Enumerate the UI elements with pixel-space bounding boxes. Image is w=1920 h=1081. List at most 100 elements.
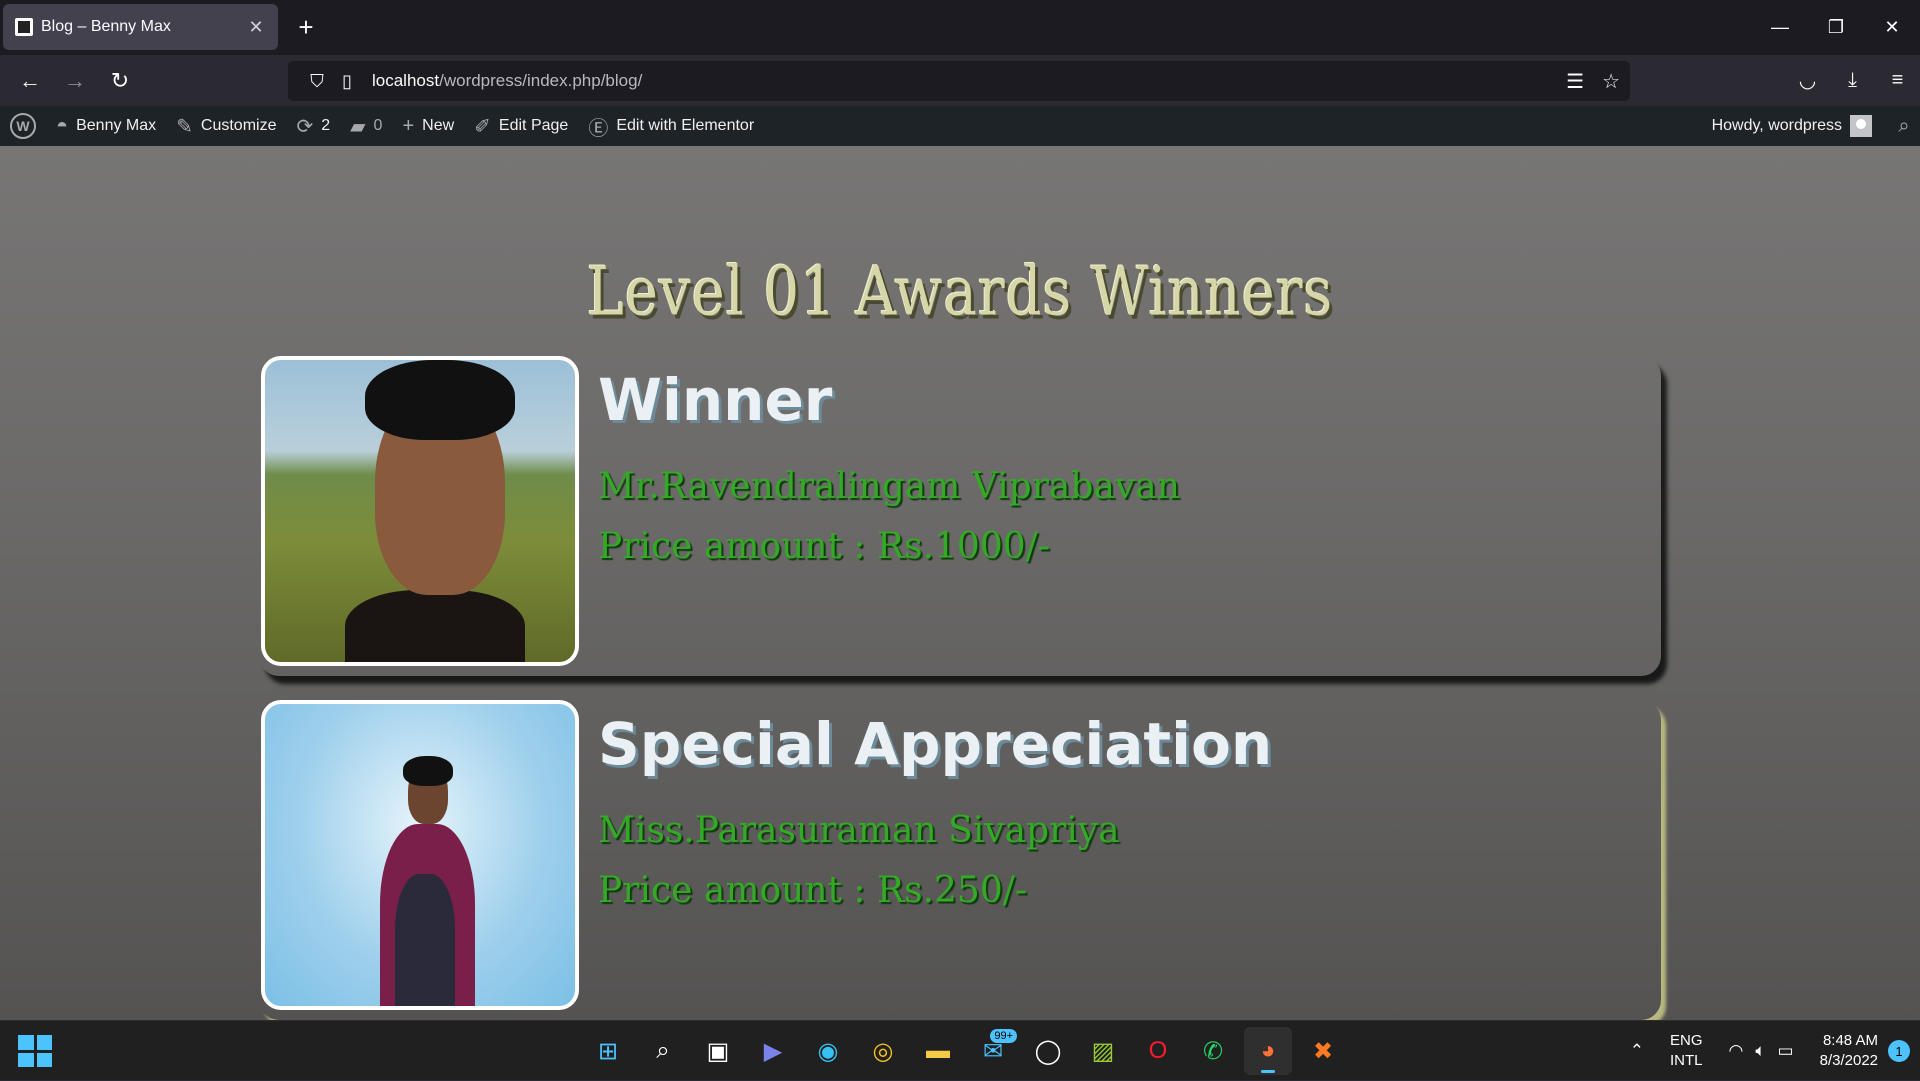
updates-link[interactable]: ⟳ 2 [286,106,340,146]
chevron-up-icon[interactable]: ⌃ [1630,1041,1644,1061]
howdy-text: Howdy, wordpress [1711,117,1842,134]
edit-elementor-link[interactable]: Ⓔ Edit with Elementor [578,106,764,146]
card-name: Miss.Parasuraman Sivapriya [598,810,1120,851]
language-indicator[interactable]: ENG INTL [1670,1031,1703,1071]
page-title: Level 01 Awards Winners [586,253,1334,332]
forward-button[interactable]: → [59,65,91,97]
comments-count: 0 [373,117,383,134]
page-content: Level 01 Awards Winners Winner Mr.Ravend… [0,146,1920,1020]
file-explorer-button[interactable]: ▬ [914,1027,962,1075]
image-icon: ▨ [1091,1037,1115,1065]
lang-line1: ENG [1669,1032,1703,1049]
whatsapp-icon: ✆ [1202,1037,1224,1065]
folder-icon: ▬ [926,1037,950,1064]
comment-icon: ▰ [350,115,366,138]
back-button[interactable]: ← [14,65,46,97]
task-view-button[interactable]: ▣ [694,1027,742,1075]
mail-button[interactable]: ✉ 99+ [969,1027,1017,1075]
card-heading: Special Appreciation [598,710,1273,778]
address-bar[interactable]: ⛉ ▯ localhost/wordpress/index.php/blog/ … [288,61,1630,101]
card-name: Mr.Ravendralingam Viprabavan [598,466,1180,507]
site-name-menu[interactable]: ◓ Benny Max [46,106,166,146]
updates-icon: ⟳ [296,115,314,138]
battery-icon[interactable]: ▭ [1778,1041,1794,1061]
notification-badge[interactable]: 1 [1888,1040,1910,1062]
card-heading: Winner [598,366,833,434]
xampp-icon: ✖ [1312,1037,1334,1065]
new-label: New [422,117,455,134]
clock-date: 8/3/2022 [1819,1052,1878,1069]
updates-count: 2 [321,117,331,134]
edit-page-label: Edit Page [498,117,569,134]
edit-elementor-label: Edit with Elementor [616,117,755,134]
edge-button[interactable]: ◉ [804,1027,852,1075]
new-content-menu[interactable]: + New [392,106,464,146]
my-account-menu[interactable]: Howdy, wordpress [1702,106,1888,146]
url-path: /wordpress/index.php/blog/ [439,71,643,90]
dell-button[interactable]: ◯ [1024,1027,1072,1075]
clock-time: 8:48 AM [1822,1032,1878,1049]
url-host: localhost [372,71,440,90]
restore-button[interactable]: ❐ [1808,0,1864,55]
site-favicon-icon [15,18,33,36]
whatsapp-button[interactable]: ✆ [1189,1027,1237,1075]
reader-view-icon[interactable]: ☰ [1566,69,1584,94]
winner-photo [261,356,579,666]
photos-button[interactable]: ▨ [1079,1027,1127,1075]
url-text[interactable]: localhost/wordpress/index.php/blog/ [372,71,642,91]
xampp-button[interactable]: ✖ [1299,1027,1347,1075]
system-tray: ⌃ ENG INTL ◠ 🔈︎ ▭ 8:48 AM 8/3/2022 1 [1624,1021,1910,1081]
edge-icon: ◉ [817,1037,839,1065]
wordpress-logo-icon: W [10,113,36,139]
minimize-button[interactable]: — [1752,0,1808,55]
windows-logo-icon: ⊞ [597,1037,619,1065]
customize-label: Customize [200,117,277,134]
tab-close-icon[interactable]: ✕ [246,17,266,38]
widgets-icon[interactable] [18,1035,52,1067]
brush-icon: ✎ [176,115,193,138]
clock[interactable]: 8:48 AM 8/3/2022 [1820,1031,1878,1071]
wifi-icon[interactable]: ◠ [1729,1041,1744,1061]
browser-tab[interactable]: Blog – Benny Max ✕ [3,4,278,50]
task-view-icon: ▣ [706,1037,730,1065]
close-window-button[interactable]: ✕ [1864,0,1920,55]
start-button[interactable]: ⊞ [584,1027,632,1075]
arrow-left-icon: ← [19,68,41,93]
page-icon[interactable]: ▯ [332,71,362,92]
site-name: Benny Max [76,117,157,134]
new-tab-button[interactable]: + [292,12,320,42]
shield-icon[interactable]: ⛉ [302,71,332,92]
mail-badge: 99+ [990,1029,1017,1043]
pocket-icon[interactable]: ◡ [1785,68,1830,93]
browser-navigation-bar: ← → ↻ ⛉ ▯ localhost/wordpress/index.php/… [0,55,1920,106]
bookmark-star-icon[interactable]: ☆ [1602,69,1620,94]
teams-chat-button[interactable]: ▶ [749,1027,797,1075]
opera-button[interactable]: O [1134,1027,1182,1075]
opera-icon: O [1148,1037,1168,1064]
wp-admin-bar: W ◓ Benny Max ✎ Customize ⟳ 2 ▰ 0 + New ✐ Edit… [0,106,1920,146]
browser-tab-bar: Blog – Benny Max ✕ + — ❐ ✕ [0,0,1920,55]
firefox-icon: ◕ [1260,1037,1276,1064]
edit-page-link[interactable]: ✐ Edit Page [464,106,578,146]
plus-icon: + [402,114,415,137]
avatar [1850,115,1872,137]
arrow-right-icon: → [64,68,86,93]
comments-link[interactable]: ▰ 0 [340,106,392,146]
chrome-button[interactable]: ◎ [859,1027,907,1075]
reload-button[interactable]: ↻ [104,65,136,97]
download-icon[interactable]: ⤓ [1830,69,1875,92]
menu-icon[interactable]: ≡ [1875,69,1920,92]
firefox-button[interactable]: ◕ [1244,1027,1292,1075]
volume-icon[interactable]: 🔈︎ [1755,1041,1765,1061]
wp-logo-menu[interactable]: W [0,106,46,146]
lang-line2: INTL [1669,1052,1703,1069]
tab-title: Blog – Benny Max [41,18,171,35]
card-price: Price amount : Rs.1000/- [598,526,1050,567]
search-icon[interactable]: ⌕ [1888,115,1920,138]
search-button[interactable]: ⌕ [639,1027,687,1075]
dell-icon: ◯ [1034,1037,1062,1065]
award-card-winner: Winner Mr.Ravendralingam Viprabavan Pric… [259,356,1661,676]
dashboard-icon: ◓ [56,114,69,137]
chrome-icon: ◎ [872,1037,894,1065]
customize-link[interactable]: ✎ Customize [166,106,286,146]
